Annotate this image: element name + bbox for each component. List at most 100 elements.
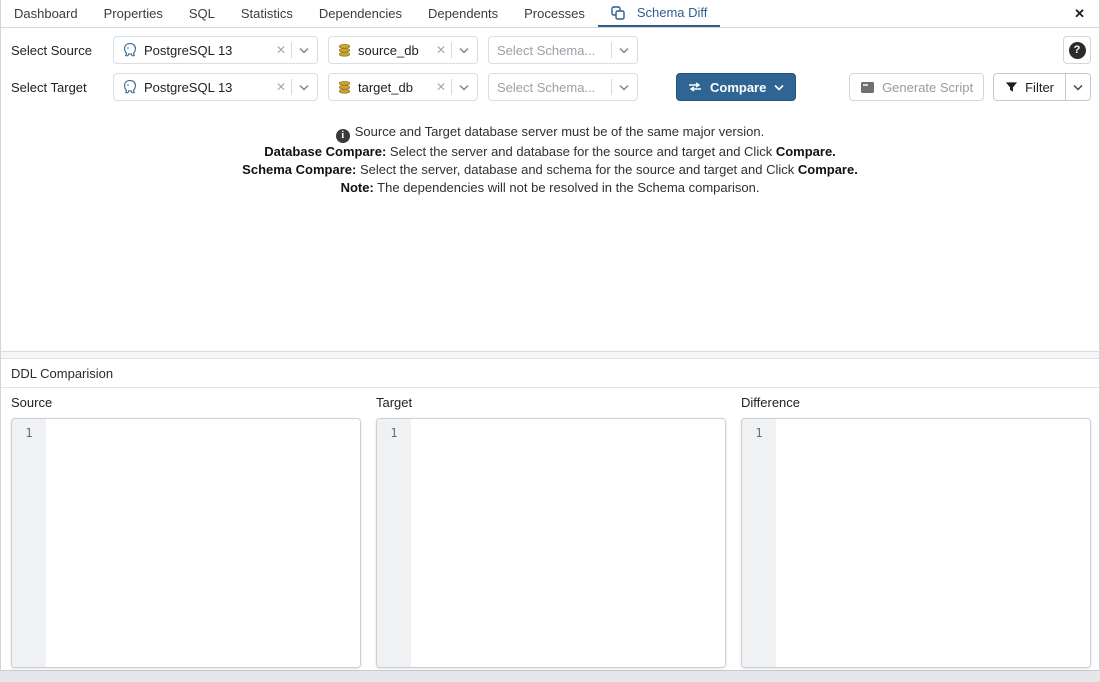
info-bold-schema-compare: Schema Compare: bbox=[242, 162, 356, 177]
divider bbox=[291, 42, 292, 58]
divider bbox=[451, 42, 452, 58]
database-icon bbox=[337, 80, 352, 95]
help-button[interactable]: ? bbox=[1063, 36, 1091, 64]
info-line-database-compare: Database Compare: Select the server and … bbox=[1, 143, 1099, 161]
source-schema-placeholder: Select Schema... bbox=[497, 43, 611, 58]
info-bold-note: Note: bbox=[341, 180, 374, 195]
tab-schema-diff[interactable]: Schema Diff bbox=[598, 0, 721, 27]
info-text: Select the server, database and schema f… bbox=[356, 162, 798, 177]
line-number: 1 bbox=[755, 426, 762, 440]
compare-arrows-icon bbox=[688, 82, 702, 92]
select-target-label: Select Target bbox=[11, 80, 113, 95]
line-number-gutter: 1 bbox=[377, 419, 411, 667]
tab-dependents[interactable]: Dependents bbox=[415, 0, 511, 27]
source-database-select[interactable]: source_db ✕ bbox=[328, 36, 478, 64]
chevron-down-icon[interactable] bbox=[299, 84, 309, 91]
tab-label: Statistics bbox=[241, 6, 293, 21]
line-number: 1 bbox=[390, 426, 397, 440]
schema-diff-window: Dashboard Properties SQL Statistics Depe… bbox=[0, 0, 1100, 671]
line-number: 1 bbox=[25, 426, 32, 440]
ddl-comparison-title: DDL Comparision bbox=[1, 359, 1099, 388]
info-text: The dependencies will not be resolved in… bbox=[374, 180, 760, 195]
info-bold-database-compare: Database Compare: bbox=[264, 144, 386, 159]
info-bold-compare: Compare. bbox=[798, 162, 858, 177]
tab-sql[interactable]: SQL bbox=[176, 0, 228, 27]
divider bbox=[611, 42, 612, 58]
clear-icon[interactable]: ✕ bbox=[436, 43, 446, 57]
target-database-select[interactable]: target_db ✕ bbox=[328, 73, 478, 101]
tab-label: Processes bbox=[524, 6, 585, 21]
tab-dependencies[interactable]: Dependencies bbox=[306, 0, 415, 27]
clear-icon[interactable]: ✕ bbox=[436, 80, 446, 94]
ddl-difference-editor[interactable]: 1 bbox=[741, 418, 1091, 668]
source-server-value: PostgreSQL 13 bbox=[144, 43, 274, 58]
target-server-select[interactable]: PostgreSQL 13 ✕ bbox=[113, 73, 318, 101]
target-schema-select[interactable]: Select Schema... bbox=[488, 73, 638, 101]
line-number-gutter: 1 bbox=[742, 419, 776, 667]
tab-dashboard[interactable]: Dashboard bbox=[1, 0, 91, 27]
generate-script-button[interactable]: Generate Script bbox=[849, 73, 984, 101]
tab-label: Dependencies bbox=[319, 6, 402, 21]
compare-button-label: Compare bbox=[710, 80, 766, 95]
ddl-difference-panel: Difference 1 bbox=[741, 394, 1091, 668]
info-text: Select the server and database for the s… bbox=[386, 144, 776, 159]
clear-icon[interactable]: ✕ bbox=[276, 43, 286, 57]
info-line-schema-compare: Schema Compare: Select the server, datab… bbox=[1, 161, 1099, 179]
chevron-down-icon bbox=[774, 84, 784, 91]
select-source-label: Select Source bbox=[11, 43, 113, 58]
tab-label: Dashboard bbox=[14, 6, 78, 21]
postgresql-icon bbox=[122, 79, 138, 95]
divider bbox=[291, 79, 292, 95]
ddl-comparison-section: DDL Comparision Source 1 Target 1 Differ… bbox=[1, 358, 1099, 670]
target-database-value: target_db bbox=[358, 80, 434, 95]
chevron-down-icon bbox=[1073, 84, 1083, 91]
database-icon bbox=[337, 43, 352, 58]
filter-split-button: Filter bbox=[993, 73, 1091, 101]
target-row-right-buttons: Generate Script Filter bbox=[849, 73, 1091, 101]
close-icon[interactable]: ✕ bbox=[1068, 4, 1091, 24]
script-icon bbox=[860, 81, 875, 94]
info-line-note: Note: The dependencies will not be resol… bbox=[1, 179, 1099, 197]
compare-controls-panel: Select Source PostgreSQL 13 ✕ source_db … bbox=[1, 28, 1099, 352]
select-target-row: Select Target PostgreSQL 13 ✕ target_db … bbox=[11, 73, 1091, 101]
target-server-value: PostgreSQL 13 bbox=[144, 80, 274, 95]
chevron-down-icon[interactable] bbox=[459, 47, 469, 54]
tab-label: Properties bbox=[104, 6, 163, 21]
ddl-source-editor[interactable]: 1 bbox=[11, 418, 361, 668]
chevron-down-icon[interactable] bbox=[299, 47, 309, 54]
compare-button[interactable]: Compare bbox=[676, 73, 796, 101]
tab-bar: Dashboard Properties SQL Statistics Depe… bbox=[1, 0, 1099, 28]
source-schema-select[interactable]: Select Schema... bbox=[488, 36, 638, 64]
ddl-comparison-body: Source 1 Target 1 Difference 1 bbox=[1, 388, 1099, 670]
filter-dropdown-button[interactable] bbox=[1066, 74, 1090, 100]
editor-content[interactable] bbox=[46, 419, 360, 667]
filter-funnel-icon bbox=[1005, 81, 1018, 94]
target-schema-placeholder: Select Schema... bbox=[497, 80, 611, 95]
ddl-target-panel: Target 1 bbox=[376, 394, 726, 668]
divider bbox=[611, 79, 612, 95]
line-number-gutter: 1 bbox=[12, 419, 46, 667]
ddl-source-panel: Source 1 bbox=[11, 394, 361, 668]
chevron-down-icon[interactable] bbox=[619, 47, 629, 54]
editor-content[interactable] bbox=[411, 419, 725, 667]
schema-diff-icon bbox=[611, 6, 625, 20]
tab-properties[interactable]: Properties bbox=[91, 0, 176, 27]
tab-label: Dependents bbox=[428, 6, 498, 21]
chevron-down-icon[interactable] bbox=[619, 84, 629, 91]
source-database-value: source_db bbox=[358, 43, 434, 58]
info-icon: i bbox=[336, 129, 350, 143]
ddl-source-label: Source bbox=[11, 395, 361, 411]
ddl-difference-label: Difference bbox=[741, 395, 1091, 411]
tab-statistics[interactable]: Statistics bbox=[228, 0, 306, 27]
chevron-down-icon[interactable] bbox=[459, 84, 469, 91]
tab-label: SQL bbox=[189, 6, 215, 21]
editor-content[interactable] bbox=[776, 419, 1090, 667]
clear-icon[interactable]: ✕ bbox=[276, 80, 286, 94]
question-mark-icon: ? bbox=[1069, 42, 1086, 59]
filter-button[interactable]: Filter bbox=[994, 74, 1066, 100]
tab-processes[interactable]: Processes bbox=[511, 0, 598, 27]
ddl-target-editor[interactable]: 1 bbox=[376, 418, 726, 668]
source-server-select[interactable]: PostgreSQL 13 ✕ bbox=[113, 36, 318, 64]
filter-button-label: Filter bbox=[1025, 80, 1054, 95]
info-bold-compare: Compare. bbox=[776, 144, 836, 159]
